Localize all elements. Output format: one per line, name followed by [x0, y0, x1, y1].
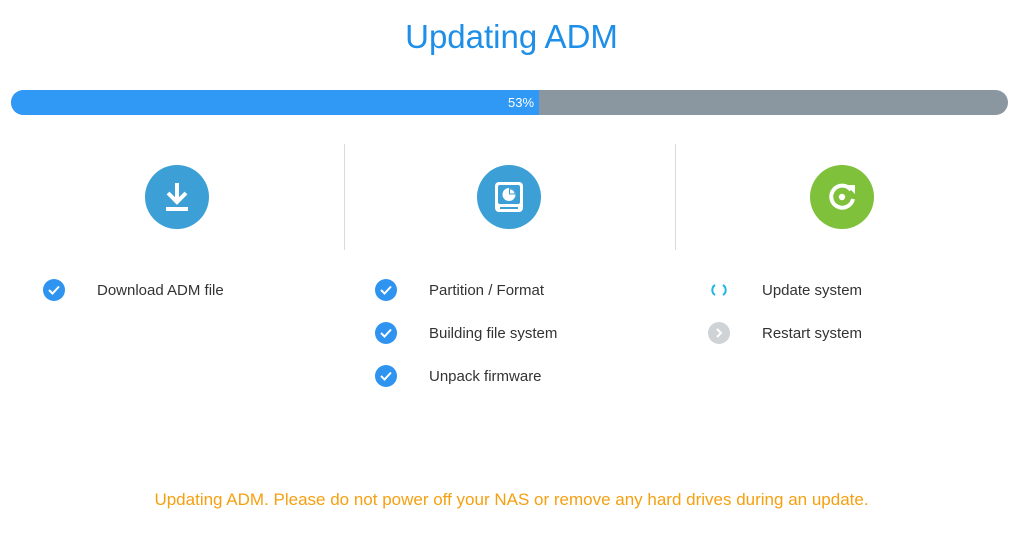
step-label: Restart system: [762, 324, 863, 342]
step-partition-format: Partition / Format: [375, 278, 544, 302]
loading-spinner-icon: [708, 279, 730, 301]
chevron-right-icon: [708, 322, 730, 344]
step-building-file-system: Building file system: [375, 321, 557, 345]
step-restart-system: Restart system: [708, 321, 862, 345]
progress-bar: 53%: [11, 90, 1008, 115]
download-icon: [145, 165, 209, 229]
check-icon: [375, 365, 397, 387]
check-icon: [375, 279, 397, 301]
stage-divider: [344, 144, 345, 250]
step-label: Update system: [762, 281, 863, 299]
step-label: Building file system: [429, 324, 558, 342]
step-download-adm-file: Download ADM file: [43, 278, 224, 302]
step-label: Download ADM file: [97, 281, 224, 299]
hard-drive-icon: [477, 165, 541, 229]
stage-divider: [675, 144, 676, 250]
refresh-icon: [810, 165, 874, 229]
warning-message: Updating ADM. Please do not power off yo…: [154, 490, 869, 509]
update-page: Updating ADM 53% Download ADM file Parti…: [0, 0, 1023, 549]
step-unpack-firmware: Unpack firmware: [375, 364, 542, 388]
step-update-system: Update system: [708, 278, 862, 302]
check-icon: [43, 279, 65, 301]
progress-percent-label: 53%: [507, 95, 535, 110]
page-title: Updating ADM: [405, 18, 618, 55]
step-label: Unpack firmware: [429, 367, 542, 385]
step-label: Partition / Format: [429, 281, 545, 299]
check-icon: [375, 322, 397, 344]
